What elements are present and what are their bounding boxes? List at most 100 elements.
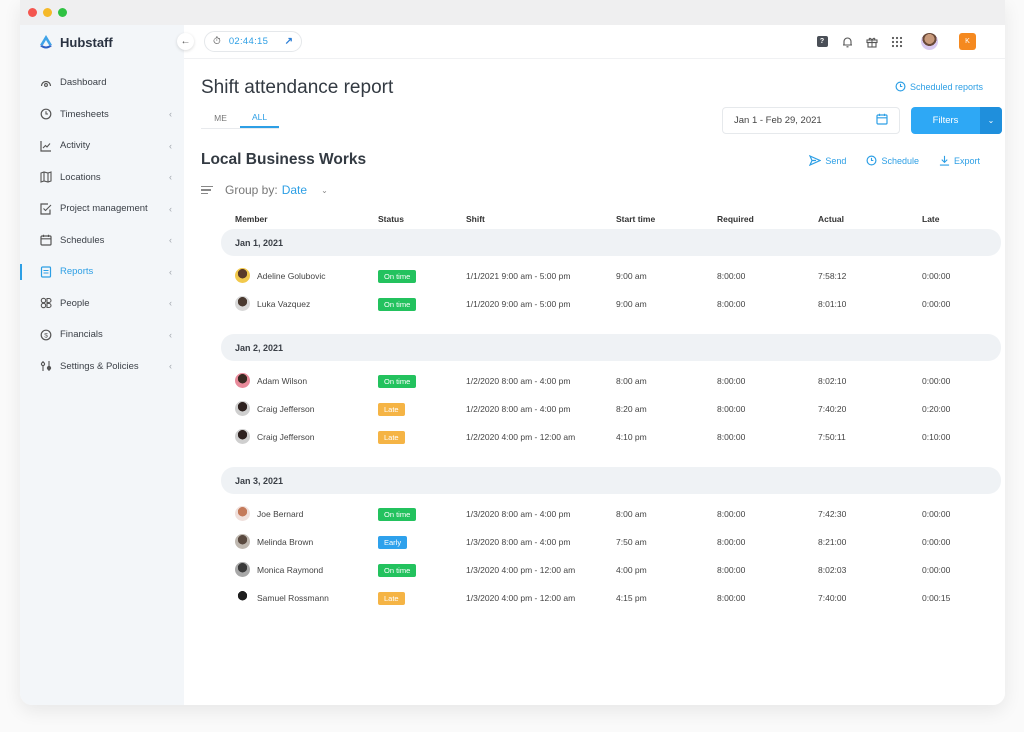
open-timer-icon[interactable]: ↗ xyxy=(285,36,293,47)
send-icon xyxy=(809,155,822,166)
help-button[interactable]: ? xyxy=(815,35,829,49)
table-row[interactable]: Luka Vazquez On time 1/1/2020 9:00 am - … xyxy=(221,290,1001,318)
sidebar-item-people[interactable]: People ‹ xyxy=(20,288,184,320)
group-header-date[interactable]: Jan 3, 2021 xyxy=(221,467,1001,494)
group-by-selector[interactable]: Group by: Date ⌄ xyxy=(201,183,328,197)
member-name[interactable]: Melinda Brown xyxy=(257,537,313,547)
member-avatar xyxy=(235,296,250,311)
column-header-member[interactable]: Member xyxy=(235,214,268,224)
chevron-left-icon: ‹ xyxy=(169,266,172,277)
sidebar-item-project-management[interactable]: Project management ‹ xyxy=(20,193,184,225)
scheduled-reports-label: Scheduled reports xyxy=(909,81,983,92)
member-avatar xyxy=(235,268,250,283)
group-rows: Joe Bernard On time 1/3/2020 8:00 am - 4… xyxy=(221,494,1001,616)
column-header-status[interactable]: Status xyxy=(378,214,404,224)
shift-cell: 1/1/2021 9:00 am - 5:00 pm xyxy=(466,271,571,281)
table-row[interactable]: Joe Bernard On time 1/3/2020 8:00 am - 4… xyxy=(221,500,1001,528)
shift-cell: 1/1/2020 9:00 am - 5:00 pm xyxy=(466,299,571,309)
collapse-sidebar-button[interactable]: ← xyxy=(177,33,194,50)
export-button[interactable]: Export xyxy=(939,155,980,166)
sidebar-item-label: Timesheets xyxy=(60,108,109,120)
bell-icon[interactable] xyxy=(840,35,854,49)
minimize-window-button[interactable] xyxy=(43,8,52,17)
date-range-picker[interactable]: Jan 1 - Feb 29, 2021 xyxy=(722,107,900,134)
table-row[interactable]: Craig Jefferson Late 1/2/2020 8:00 am - … xyxy=(221,395,1001,423)
sidebar-item-financials[interactable]: $ Financials ‹ xyxy=(20,319,184,351)
help-icon: ? xyxy=(816,36,828,47)
start-time-cell: 9:00 am xyxy=(616,271,647,281)
sidebar-item-label: Locations xyxy=(60,171,101,183)
late-cell: 0:00:00 xyxy=(922,271,951,281)
stopwatch-icon: ⏱ xyxy=(213,36,221,47)
user-avatar[interactable] xyxy=(921,33,938,50)
tab-all[interactable]: ALL xyxy=(240,107,279,128)
member-name[interactable]: Adeline Golubovic xyxy=(257,271,326,281)
schedule-button[interactable]: Schedule xyxy=(866,155,919,166)
chevron-left-icon: ‹ xyxy=(169,235,172,246)
table-row[interactable]: Adeline Golubovic On time 1/1/2021 9:00 … xyxy=(221,262,1001,290)
member-name[interactable]: Monica Raymond xyxy=(257,565,323,575)
table-row[interactable]: Adam Wilson On time 1/2/2020 8:00 am - 4… xyxy=(221,367,1001,395)
table-row[interactable]: Craig Jefferson Late 1/2/2020 4:00 pm - … xyxy=(221,423,1001,451)
organization-badge[interactable]: K xyxy=(959,33,976,50)
table-row[interactable]: Samuel Rossmann Late 1/3/2020 4:00 pm - … xyxy=(221,584,1001,612)
send-button[interactable]: Send xyxy=(809,155,846,166)
export-label: Export xyxy=(953,155,980,166)
tab-me[interactable]: ME xyxy=(201,107,240,128)
sidebar-item-schedules[interactable]: Schedules ‹ xyxy=(20,225,184,257)
column-header-start-time[interactable]: Start time xyxy=(616,214,655,224)
table-row[interactable]: Melinda Brown Early 1/3/2020 8:00 am - 4… xyxy=(221,528,1001,556)
sidebar-item-dashboard[interactable]: Dashboard xyxy=(20,67,184,99)
required-cell: 8:00:00 xyxy=(717,565,746,575)
scope-tabs: ME ALL xyxy=(201,107,279,129)
member-name[interactable]: Luka Vazquez xyxy=(257,299,310,309)
member-name[interactable]: Joe Bernard xyxy=(257,509,303,519)
chevron-down-icon[interactable]: ⌄ xyxy=(980,107,1002,134)
app-window: Hubstaff Dashboard Timesheets ‹ Activity… xyxy=(20,0,1005,705)
brand[interactable]: Hubstaff xyxy=(38,34,113,50)
scheduled-reports-link[interactable]: Scheduled reports xyxy=(895,81,983,92)
close-window-button[interactable] xyxy=(28,8,37,17)
required-cell: 8:00:00 xyxy=(717,593,746,603)
sidebar-item-settings-policies[interactable]: Settings & Policies ‹ xyxy=(20,351,184,383)
sidebar-item-activity[interactable]: Activity ‹ xyxy=(20,130,184,162)
table-row[interactable]: Monica Raymond On time 1/3/2020 4:00 pm … xyxy=(221,556,1001,584)
member-avatar xyxy=(235,590,250,605)
group-header-date[interactable]: Jan 2, 2021 xyxy=(221,334,1001,361)
group-header-date[interactable]: Jan 1, 2021 xyxy=(221,229,1001,256)
member-cell: Joe Bernard xyxy=(235,506,303,521)
filters-button[interactable]: Filters ⌄ xyxy=(911,107,1002,134)
actual-cell: 7:40:20 xyxy=(818,404,847,414)
actual-cell: 7:58:12 xyxy=(818,271,847,281)
member-name[interactable]: Adam Wilson xyxy=(257,376,307,386)
sidebar-item-reports[interactable]: Reports ‹ xyxy=(20,256,184,288)
start-time-cell: 4:10 pm xyxy=(616,432,647,442)
maximize-window-button[interactable] xyxy=(58,8,67,17)
dashboard-icon xyxy=(39,76,53,90)
member-name[interactable]: Craig Jefferson xyxy=(257,404,314,414)
start-time-cell: 8:00 am xyxy=(616,509,647,519)
column-header-actual[interactable]: Actual xyxy=(818,214,844,224)
member-name[interactable]: Samuel Rossmann xyxy=(257,593,329,603)
column-header-shift[interactable]: Shift xyxy=(466,214,485,224)
shift-cell: 1/2/2020 4:00 pm - 12:00 am xyxy=(466,432,576,442)
timer-widget[interactable]: ⏱ 02:44:15 ↗ xyxy=(204,31,302,52)
sidebar-item-locations[interactable]: Locations ‹ xyxy=(20,162,184,194)
actual-cell: 8:01:10 xyxy=(818,299,847,309)
chevron-left-icon: ‹ xyxy=(169,361,172,372)
actual-cell: 7:40:00 xyxy=(818,593,847,603)
start-time-cell: 4:00 pm xyxy=(616,565,647,575)
checkbox-icon xyxy=(39,202,53,216)
schedule-label: Schedule xyxy=(881,155,919,166)
table-body: Jan 1, 2021 Adeline Golubovic On time 1/… xyxy=(221,229,1001,616)
column-header-required[interactable]: Required xyxy=(717,214,754,224)
column-header-late[interactable]: Late xyxy=(922,214,939,224)
required-cell: 8:00:00 xyxy=(717,509,746,519)
member-name[interactable]: Craig Jefferson xyxy=(257,432,314,442)
group-rows: Adeline Golubovic On time 1/1/2021 9:00 … xyxy=(221,256,1001,322)
sidebar-item-timesheets[interactable]: Timesheets ‹ xyxy=(20,99,184,131)
gift-icon[interactable] xyxy=(865,35,879,49)
apps-grid-icon[interactable] xyxy=(890,35,904,49)
report-actions: Send Schedule Export xyxy=(809,155,980,166)
sliders-icon xyxy=(39,359,53,373)
